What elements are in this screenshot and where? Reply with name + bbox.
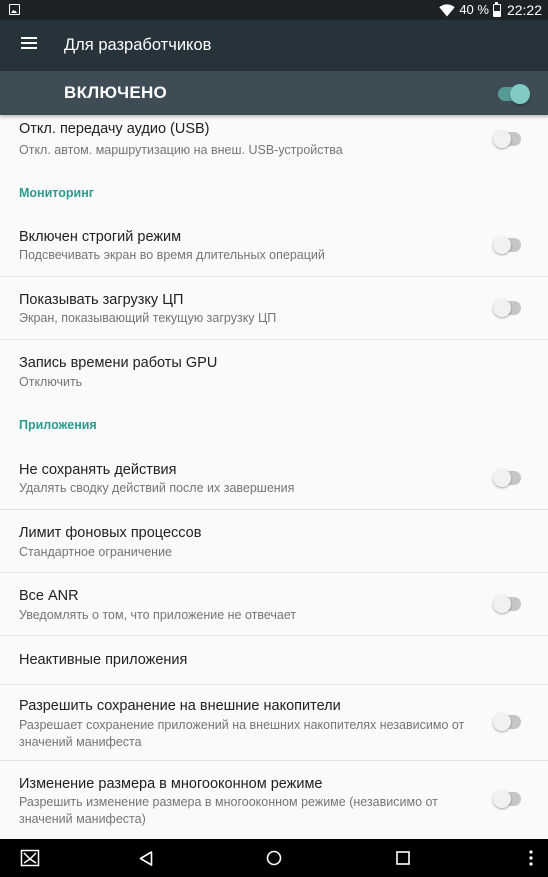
pref-summary: Разрешить изменение размера в многооконн… [19,795,438,826]
status-bar-right: 40 % 22:22 [439,1,542,18]
pref-summary: Разрешает сохранение приложений на внешн… [19,718,465,749]
usb-audio-toggle[interactable] [493,130,521,148]
pref-inactive-apps[interactable]: Неактивные приложения [0,636,548,685]
pref-summary: Уведомлять о том, что приложение не отве… [19,608,297,622]
pref-title: Лимит фоновых процессов [19,525,202,541]
dont-keep-activities-toggle[interactable] [493,469,521,487]
home-icon[interactable] [254,839,294,877]
strict-mode-toggle[interactable] [493,236,521,254]
battery-icon [492,1,501,17]
category-apps: Приложения [19,418,97,432]
pref-dont-keep-activities[interactable]: Не сохранять действия Удалять сводку дей… [0,446,548,510]
category-monitoring: Мониторинг [19,186,94,200]
pref-cpu-usage[interactable]: Показывать загрузку ЦП Экран, показывающ… [0,277,548,340]
pref-title: Откл. передачу аудио (USB) [19,121,210,137]
pref-force-resizable[interactable]: Изменение размера в многооконном режиме … [0,761,548,839]
battery-percent: 40 % [459,2,489,17]
wifi-icon [439,3,456,16]
pref-title: Неактивные приложения [19,652,188,668]
pref-gpu-rendering[interactable]: Запись времени работы GPU Отключить [0,340,548,400]
force-resizable-toggle[interactable] [493,790,521,808]
screenshot-icon[interactable] [10,839,50,877]
pref-summary: Откл. автом. маршрутизацию на внеш. USB-… [19,143,343,157]
app-toolbar: Для разработчиков [0,20,548,71]
force-external-toggle[interactable] [493,713,521,731]
menu-icon[interactable] [21,37,37,49]
clock: 22:22 [506,2,542,18]
settings-list[interactable]: Откл. передачу аудио (USB) Откл. автом. … [0,115,548,839]
pref-title: Включен строгий режим [19,229,182,245]
pref-summary: Стандартное ограничение [19,545,172,559]
pref-bg-process-limit[interactable]: Лимит фоновых процессов Стандартное огра… [0,510,548,573]
pref-title: Не сохранять действия [19,462,177,478]
master-switch-label: ВКЛЮЧЕНО [64,83,168,102]
master-toggle[interactable] [498,84,530,104]
cpu-usage-toggle[interactable] [493,299,521,317]
page-title: Для разработчиков [64,36,212,54]
pref-title: Все ANR [19,588,79,604]
more-vert-icon[interactable] [518,839,544,877]
status-bar: 40 % 22:22 [0,0,548,20]
master-switch-bar[interactable]: ВКЛЮЧЕНО [0,71,548,115]
pref-title: Изменение размера в многооконном режиме [19,776,323,792]
pref-title: Показывать загрузку ЦП [19,292,184,308]
pref-summary: Удалять сводку действий после их заверше… [19,481,295,495]
pref-title: Запись времени работы GPU [19,355,218,371]
recents-icon[interactable] [383,839,423,877]
navigation-bar [0,839,548,877]
pref-summary: Отключить [19,375,83,389]
pref-force-external[interactable]: Разрешить сохранение на внешние накопите… [0,685,548,761]
pref-strict-mode[interactable]: Включен строгий режим Подсвечивать экран… [0,213,548,277]
pref-title: Разрешить сохранение на внешние накопите… [19,698,341,714]
pref-all-anrs[interactable]: Все ANR Уведомлять о том, что приложение… [0,573,548,636]
back-icon[interactable] [126,839,166,877]
pref-usb-audio[interactable]: Откл. передачу аудио (USB) Откл. автом. … [0,115,548,171]
all-anrs-toggle[interactable] [493,595,521,613]
gallery-notification-icon [9,4,20,15]
pref-summary: Подсвечивать экран во время длительных о… [19,248,325,262]
pref-summary: Экран, показывающий текущую загрузку ЦП [19,311,277,325]
